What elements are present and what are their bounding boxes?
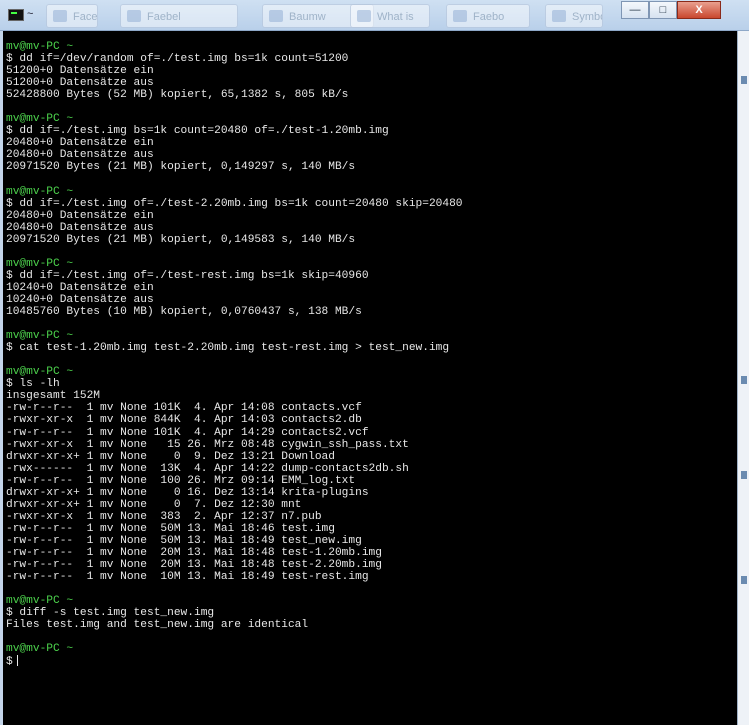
edge-mark	[741, 576, 747, 584]
output-line: -rw-r--r-- 1 mv None 10M 13. Mai 18:49 t…	[6, 571, 369, 584]
output-line: $ dd if=./test.img bs=1k count=20480 of=…	[6, 125, 389, 138]
input-line[interactable]: $	[6, 655, 463, 668]
minimize-button[interactable]: —	[621, 1, 649, 19]
terminal-app-icon[interactable]	[8, 9, 24, 21]
output-line: -rw-r--r-- 1 mv None 50M 13. Mai 18:46 t…	[6, 522, 335, 535]
prompt-line: mv@mv-PC ~	[6, 366, 74, 379]
background-tab[interactable]: Facebo	[46, 4, 98, 28]
output-line: drwxr-xr-x+ 1 mv None 0 7. Dez 12:30 mnt	[6, 498, 302, 511]
output-line: $ cat test-1.20mb.img test-2.20mb.img te…	[6, 342, 450, 355]
terminal-area[interactable]: mv@mv-PC ~ $ dd if=/dev/random of=./test.…	[3, 31, 722, 725]
output-line: $ ls -lh	[6, 378, 60, 391]
output-line: $ dd if=./test.img of=./test-2.20mb.img …	[6, 197, 463, 210]
output-line: -rw-r--r-- 1 mv None 50M 13. Mai 18:49 t…	[6, 534, 362, 547]
output-line: -rw-r--r-- 1 mv None 101K 4. Apr 14:08 c…	[6, 402, 362, 415]
close-button[interactable]: X	[677, 1, 721, 19]
output-line: 52428800 Bytes (52 MB) kopiert, 65,1382 …	[6, 89, 349, 102]
output-line: 51200+0 Datensätze ein	[6, 65, 154, 78]
window-controls: — □ X	[621, 1, 721, 19]
output-line: -rwxr-xr-x 1 mv None 15 26. Mrz 08:48 cy…	[6, 438, 409, 451]
output-line: 10485760 Bytes (10 MB) kopiert, 0,076043…	[6, 306, 362, 319]
prompt-line: mv@mv-PC ~	[6, 113, 74, 126]
background-tab[interactable]: Faebo	[446, 4, 530, 28]
background-tab[interactable]: Symbol	[545, 4, 603, 28]
output-line: 10240+0 Datensätze ein	[6, 281, 154, 294]
prompt-line: mv@mv-PC ~	[6, 595, 74, 608]
window-title: ~	[27, 8, 34, 20]
prompt-line: mv@mv-PC ~	[6, 330, 74, 343]
output-line: 20480+0 Datensätze aus	[6, 149, 154, 162]
output-line: -rwxr-xr-x 1 mv None 844K 4. Apr 14:03 c…	[6, 414, 362, 427]
prompt-line: mv@mv-PC ~	[6, 185, 74, 198]
output-line: 51200+0 Datensätze aus	[6, 77, 154, 90]
output-line: $ dd if=./test.img of=./test-rest.img bs…	[6, 269, 369, 282]
window-titlebar: ~ Facebo Faebel Baumw What is Faebo Symb…	[0, 0, 749, 31]
edge-mark	[741, 376, 747, 384]
text-cursor	[16, 655, 18, 667]
output-line: drwxr-xr-x+ 1 mv None 0 16. Dez 13:14 kr…	[6, 486, 369, 499]
output-line: -rw-r--r-- 1 mv None 20M 13. Mai 18:48 t…	[6, 559, 382, 572]
output-line: -rw-r--r-- 1 mv None 101K 4. Apr 14:29 c…	[6, 426, 369, 439]
terminal-scrollbar[interactable]	[722, 31, 737, 725]
terminal-output: mv@mv-PC ~ $ dd if=/dev/random of=./test.…	[6, 41, 463, 668]
prompt-line: mv@mv-PC ~	[6, 41, 74, 53]
output-line: -rwx------ 1 mv None 13K 4. Apr 14:22 du…	[6, 462, 409, 475]
output-line: 20480+0 Datensätze aus	[6, 221, 154, 234]
edge-mark	[741, 471, 747, 479]
output-line: Files test.img and test_new.img are iden…	[6, 619, 309, 632]
output-line: -rw-r--r-- 1 mv None 20M 13. Mai 18:48 t…	[6, 546, 382, 559]
prompt-line: mv@mv-PC ~	[6, 257, 74, 270]
output-line: $ dd if=/dev/random of=./test.img bs=1k …	[6, 53, 349, 66]
output-line: -rw-r--r-- 1 mv None 100 26. Mrz 09:14 E…	[6, 474, 356, 487]
output-line: insgesamt 152M	[6, 390, 100, 403]
prompt-line: mv@mv-PC ~	[6, 643, 74, 656]
background-tab[interactable]: Faebel	[120, 4, 238, 28]
output-line: $ diff -s test.img test_new.img	[6, 607, 215, 620]
output-line: 20971520 Bytes (21 MB) kopiert, 0,149297…	[6, 161, 356, 174]
output-line: 20971520 Bytes (21 MB) kopiert, 0,149583…	[6, 233, 356, 246]
edge-mark	[741, 76, 747, 84]
background-window-edge	[737, 31, 749, 725]
background-tab[interactable]: What is	[350, 4, 430, 28]
output-line: -rwxr-xr-x 1 mv None 383 2. Apr 12:37 n7…	[6, 510, 322, 523]
output-line: 10240+0 Datensätze aus	[6, 293, 154, 306]
restore-button[interactable]: □	[649, 1, 677, 19]
output-line: 20480+0 Datensätze ein	[6, 137, 154, 150]
output-line: drwxr-xr-x+ 1 mv None 0 9. Dez 13:21 Dow…	[6, 450, 335, 463]
output-line: 20480+0 Datensätze ein	[6, 209, 154, 222]
